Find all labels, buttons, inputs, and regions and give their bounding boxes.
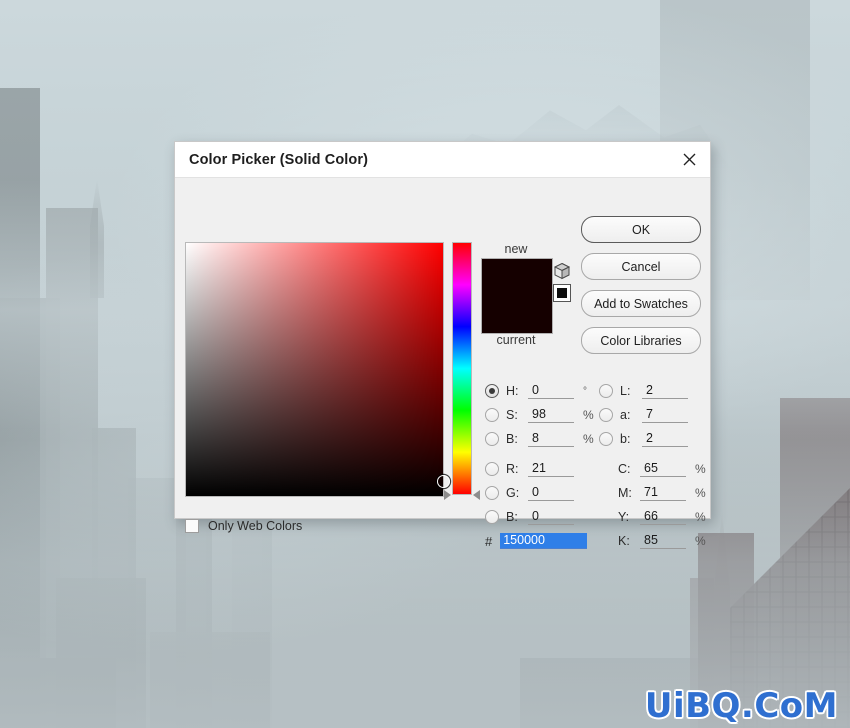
color-picker-dialog: Color Picker (Solid Color) new current O… (174, 141, 711, 549)
close-icon[interactable] (674, 147, 704, 173)
hue-slider[interactable] (444, 242, 480, 500)
dialog-title-bar: Color Picker (Solid Color) (175, 142, 710, 178)
input-hsb-h[interactable]: 0 (528, 383, 574, 399)
site-watermark: UiBQ.CoM (644, 686, 838, 726)
input-cmyk-k[interactable]: 85 (640, 533, 686, 549)
hex-input[interactable]: 150000 (500, 533, 588, 549)
input-cmyk-m[interactable]: 71 (640, 485, 686, 501)
checkbox-box[interactable] (185, 519, 199, 533)
unit-cmyk-y: % (695, 510, 706, 524)
input-rgb-g[interactable]: 0 (528, 485, 574, 501)
only-web-colors-label: Only Web Colors (208, 519, 303, 533)
color-preview-swatch[interactable] (481, 258, 553, 334)
label-lab-b: b: (620, 432, 631, 446)
dialog-title: Color Picker (Solid Color) (189, 151, 369, 168)
label-rgb-b: B: (506, 510, 518, 524)
input-lab-a[interactable]: 7 (642, 407, 688, 423)
sb-cursor-handle[interactable] (436, 474, 450, 488)
input-rgb-r[interactable]: 21 (528, 461, 574, 477)
only-web-colors-checkbox[interactable]: Only Web Colors (185, 519, 302, 533)
radio-rgb-r[interactable] (485, 462, 499, 476)
hex-field-row: # 150000 (485, 533, 588, 549)
radio-hsb-h[interactable] (485, 384, 499, 398)
label-cmyk-y: Y: (618, 510, 630, 524)
hue-marker-right[interactable] (473, 490, 480, 500)
input-rgb-b[interactable]: 0 (528, 509, 574, 525)
label-hsb-b: B: (506, 432, 518, 446)
label-cmyk-k: K: (618, 534, 630, 548)
field-hsb-b: B: 8 % (485, 431, 594, 447)
field-cmyk-m: M: 71 % (618, 485, 706, 501)
sb-black-gradient (186, 243, 443, 496)
dialog-body: new current OK Cancel Add to Swatches Co… (175, 178, 710, 549)
label-hsb-h: H: (506, 384, 519, 398)
label-cmyk-m: M: (618, 486, 632, 500)
field-rgb-b: B: 0 (485, 509, 574, 525)
label-lab-l: L: (620, 384, 631, 398)
radio-lab-a[interactable] (599, 408, 613, 422)
field-lab-a: a: 7 (599, 407, 688, 423)
hue-marker-left[interactable] (444, 490, 451, 500)
field-lab-b: b: 2 (599, 431, 688, 447)
field-hsb-h: H: 0 ° (485, 383, 587, 399)
unit-cmyk-k: % (695, 534, 706, 548)
unit-cmyk-m: % (695, 486, 706, 500)
cancel-button[interactable]: Cancel (581, 253, 701, 280)
label-hsb-s: S: (506, 408, 518, 422)
new-color-swatch[interactable] (482, 259, 552, 296)
add-to-swatches-button[interactable]: Add to Swatches (581, 290, 701, 317)
radio-rgb-b[interactable] (485, 510, 499, 524)
label-rgb-g: G: (506, 486, 520, 500)
radio-lab-l[interactable] (599, 384, 613, 398)
unit-hsb-s: % (583, 408, 594, 422)
new-color-label: new (504, 242, 528, 256)
color-libraries-button[interactable]: Color Libraries (581, 327, 701, 354)
field-cmyk-y: Y: 66 % (618, 509, 706, 525)
dialog-button-group: OK Cancel Add to Swatches Color Librarie… (581, 216, 701, 364)
input-hsb-b[interactable]: 8 (528, 431, 574, 447)
field-cmyk-k: K: 85 % (618, 533, 706, 549)
unit-cmyk-c: % (695, 462, 706, 476)
cube-out-of-gamut-icon[interactable] (553, 262, 571, 280)
input-hsb-s[interactable]: 98 (528, 407, 574, 423)
ok-button[interactable]: OK (581, 216, 701, 243)
label-cmyk-c: C: (618, 462, 631, 476)
radio-lab-b[interactable] (599, 432, 613, 446)
label-lab-a: a: (620, 408, 631, 422)
unit-hsb-h: ° (583, 385, 587, 397)
field-rgb-g: G: 0 (485, 485, 574, 501)
radio-hsb-b[interactable] (485, 432, 499, 446)
unit-hsb-b: % (583, 432, 594, 446)
label-rgb-r: R: (506, 462, 519, 476)
radio-rgb-g[interactable] (485, 486, 499, 500)
field-rgb-r: R: 21 (485, 461, 574, 477)
field-hsb-s: S: 98 % (485, 407, 594, 423)
hex-symbol: # (485, 533, 493, 549)
saturation-brightness-field[interactable] (185, 242, 450, 497)
input-cmyk-c[interactable]: 65 (640, 461, 686, 477)
input-lab-b[interactable]: 2 (642, 431, 688, 447)
input-lab-l[interactable]: 2 (642, 383, 688, 399)
field-lab-l: L: 2 (599, 383, 688, 399)
current-color-swatch[interactable] (482, 296, 552, 333)
web-safe-color-icon[interactable] (553, 284, 571, 302)
field-cmyk-c: C: 65 % (618, 461, 706, 477)
hue-slider-track (452, 242, 472, 495)
input-cmyk-y[interactable]: 66 (640, 509, 686, 525)
radio-hsb-s[interactable] (485, 408, 499, 422)
current-color-label: current (496, 333, 536, 347)
